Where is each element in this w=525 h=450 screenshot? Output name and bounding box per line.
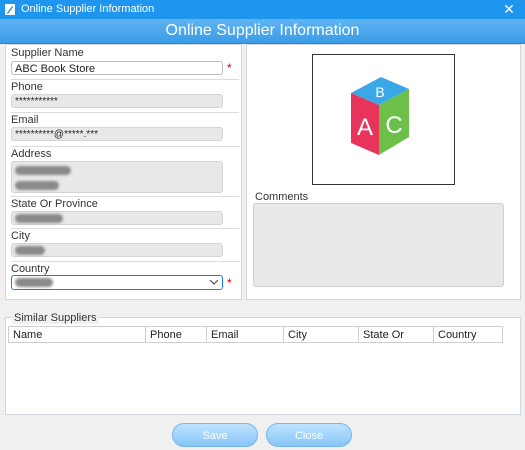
city-field[interactable] <box>11 243 223 257</box>
supplier-name-label: Supplier Name <box>11 47 84 59</box>
logo-letter-b: B <box>375 84 384 100</box>
logo-letter-a: A <box>357 114 373 141</box>
supplier-logo[interactable]: B A C <box>312 54 455 185</box>
required-marker: * <box>227 61 232 75</box>
redacted-city <box>15 245 45 255</box>
country-label: Country <box>11 263 50 275</box>
redacted-country <box>15 277 53 287</box>
address-label: Address <box>11 148 52 160</box>
redacted-address <box>15 181 59 191</box>
email-field[interactable]: **********@*****.*** <box>11 127 223 141</box>
supplier-form-panel: Supplier Name ABC Book Store * Phone ***… <box>5 44 242 300</box>
logo-comments-panel: B A C Comments <box>246 44 521 300</box>
country-select[interactable] <box>11 275 223 290</box>
comments-field[interactable] <box>253 203 504 287</box>
column-header-name[interactable]: Name <box>8 326 146 343</box>
address-field[interactable] <box>11 161 223 193</box>
redacted-address <box>15 165 71 175</box>
page-header: Online Supplier Information <box>0 19 525 44</box>
abc-cube-logo: B A C <box>351 77 409 155</box>
column-header-country[interactable]: Country <box>433 326 503 343</box>
state-label: State Or Province <box>11 198 98 210</box>
close-window-button[interactable]: ✕ <box>493 0 525 19</box>
chevron-down-icon <box>210 280 218 285</box>
app-icon <box>5 4 15 15</box>
logo-letter-c: C <box>385 112 402 139</box>
state-field[interactable] <box>11 211 223 225</box>
similar-suppliers-table[interactable]: Name Phone Email City State Or Country <box>8 326 503 343</box>
phone-field[interactable]: *********** <box>11 94 223 108</box>
required-marker: * <box>227 276 232 290</box>
city-label: City <box>11 230 30 242</box>
phone-label: Phone <box>11 81 43 93</box>
comments-label: Comments <box>255 191 309 203</box>
similar-suppliers-label: Similar Suppliers <box>12 312 99 324</box>
close-button[interactable]: Close <box>266 423 352 447</box>
email-label: Email <box>11 114 39 126</box>
supplier-name-field[interactable]: ABC Book Store <box>11 61 223 75</box>
window-title: Online Supplier Information <box>21 3 155 15</box>
column-header-email[interactable]: Email <box>206 326 284 343</box>
title-bar: Online Supplier Information ✕ <box>0 0 525 19</box>
save-button[interactable]: Save <box>172 423 258 447</box>
column-header-city[interactable]: City <box>283 326 359 343</box>
column-header-phone[interactable]: Phone <box>145 326 207 343</box>
redacted-state <box>15 213 63 223</box>
column-header-state[interactable]: State Or <box>358 326 434 343</box>
table-header-row: Name Phone Email City State Or Country <box>8 326 503 343</box>
